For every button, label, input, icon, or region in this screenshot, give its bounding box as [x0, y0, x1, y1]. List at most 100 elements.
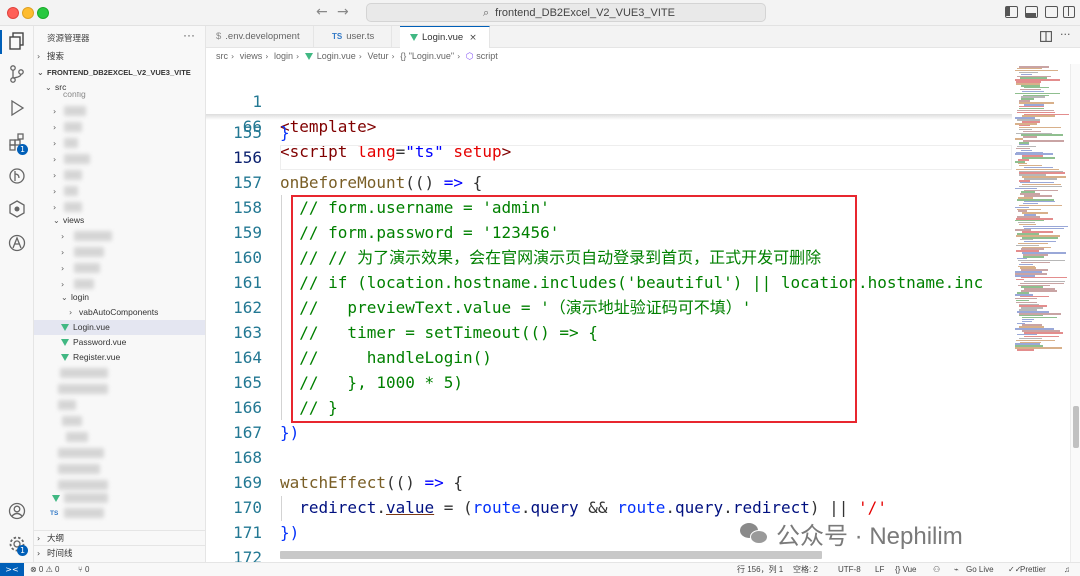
eol-status[interactable]: LF: [875, 563, 884, 576]
notifications-bell-icon[interactable]: ♫: [1064, 563, 1070, 576]
cursor-position[interactable]: 行 156，列 1: [737, 563, 783, 576]
split-editor-icon[interactable]: [1040, 31, 1052, 45]
folder-blurred[interactable]: ›: [34, 152, 205, 167]
code-line[interactable]: 167}): [206, 420, 1012, 445]
close-window-button[interactable]: [7, 7, 19, 19]
minimize-window-button[interactable]: [22, 7, 34, 19]
horizontal-scrollbar[interactable]: [280, 551, 822, 559]
account-icon[interactable]: [7, 501, 27, 521]
breadcrumb-item[interactable]: src: [216, 51, 228, 61]
close-tab-icon[interactable]: ×: [469, 33, 477, 43]
remote-indicator-icon[interactable]: ><: [0, 563, 24, 576]
toggle-secondary-sidebar-icon[interactable]: [1045, 6, 1058, 18]
vertical-scrollbar[interactable]: [1070, 64, 1080, 562]
file-blurred-ts[interactable]: TS: [34, 506, 205, 521]
explorer-icon[interactable]: [7, 31, 27, 51]
problems-status[interactable]: ⊗ 0 ⚠ 0: [30, 563, 59, 576]
folder-blurred[interactable]: ›: [34, 168, 205, 183]
search-section[interactable]: › 搜索: [34, 49, 205, 64]
extensions-badge: 1: [17, 144, 28, 155]
file-password-vue[interactable]: Password.vue: [34, 335, 205, 350]
code-line[interactable]: 155}: [206, 120, 1012, 145]
folder-blurred[interactable]: ›: [34, 120, 205, 135]
prettier-status[interactable]: Prettier: [1020, 563, 1046, 576]
folder-blurred[interactable]: ›: [34, 245, 205, 260]
code-line[interactable]: 158 // form.username = 'admin': [206, 195, 1012, 220]
folder-login[interactable]: ⌄ login: [34, 290, 205, 305]
ports-status[interactable]: ⑂ 0: [78, 563, 89, 576]
breadcrumb-item[interactable]: script: [476, 51, 498, 61]
more-actions-icon[interactable]: ···: [183, 28, 195, 42]
code-editor[interactable]: 1 <template> 66 <script lang="ts" setup>…: [206, 64, 1012, 562]
toggle-panel-icon[interactable]: [1025, 6, 1038, 18]
code-line[interactable]: 159 // form.password = '123456': [206, 220, 1012, 245]
redacted-name: [58, 400, 76, 410]
redacted-name: [64, 138, 78, 148]
outline-section[interactable]: › 大纲: [34, 530, 205, 545]
minimap[interactable]: [1012, 64, 1070, 562]
code-line[interactable]: 165 // }, 1000 * 5): [206, 370, 1012, 395]
line-number: 156: [233, 148, 262, 167]
folder-blurred[interactable]: ›: [34, 104, 205, 119]
timeline-section[interactable]: › 时间线: [34, 545, 205, 560]
gitlens-icon[interactable]: [7, 166, 27, 186]
folder-views[interactable]: ⌄ views: [34, 213, 205, 228]
more-actions-icon[interactable]: ···: [1060, 28, 1071, 41]
code-line[interactable]: 163 // timer = setTimeout(() => {: [206, 320, 1012, 345]
code-line[interactable]: 166 // }: [206, 395, 1012, 420]
indentation-status[interactable]: 空格: 2: [793, 563, 818, 576]
extensions-icon[interactable]: 1: [7, 132, 28, 155]
code-line[interactable]: 157 onBeforeMount(() => {: [206, 170, 1012, 195]
toggle-primary-sidebar-icon[interactable]: [1005, 6, 1018, 18]
code-line[interactable]: 162 // previewText.value = '（演示地址验证码可不填）…: [206, 295, 1012, 320]
folder-blurred[interactable]: ›: [34, 261, 205, 276]
folder-vab-auto-components[interactable]: › vabAutoComponents: [34, 305, 205, 320]
file-register-vue[interactable]: Register.vue: [34, 350, 205, 365]
source-control-icon[interactable]: [7, 64, 27, 84]
file-blurred-vue[interactable]: [34, 491, 205, 506]
line-number: 172: [233, 548, 262, 562]
watermark: 公众号 · Nephilim: [740, 518, 963, 550]
redacted-name: [58, 384, 108, 394]
forward-arrow-icon[interactable]: →: [337, 4, 349, 20]
code-line[interactable]: 161 // if (location.hostname.includes('b…: [206, 270, 1012, 295]
code-line[interactable]: 169 watchEffect(() => {: [206, 470, 1012, 495]
folder-blurred[interactable]: ›: [34, 184, 205, 199]
breadcrumb-item[interactable]: Login.vue: [317, 51, 356, 61]
tab-env-development[interactable]: $ .env.development: [206, 26, 314, 48]
code-line[interactable]: 160 // // 为了演示效果，会在官网演示页自动登录到首页，正式开发可删除: [206, 245, 1012, 270]
back-arrow-icon[interactable]: ←: [316, 4, 328, 20]
go-live-button[interactable]: Go Live: [966, 563, 994, 576]
folder-blurred[interactable]: ›: [34, 136, 205, 151]
scrollbar-thumb[interactable]: [1073, 406, 1079, 448]
language-mode[interactable]: {} Vue: [895, 563, 917, 576]
encoding-status[interactable]: UTF-8: [838, 563, 861, 576]
breadcrumb-item[interactable]: views: [240, 51, 263, 61]
breadcrumb-item[interactable]: Vetur: [367, 51, 388, 61]
activity-bar: 1 1: [0, 26, 34, 562]
remote-explorer-icon[interactable]: ⚇: [933, 563, 940, 576]
remote-explorer-icon[interactable]: [7, 233, 27, 253]
customize-layout-icon[interactable]: [1063, 6, 1075, 18]
code-text: // previewText.value = '（演示地址验证码可不填）': [280, 298, 752, 317]
ts-file-icon: TS: [332, 32, 343, 41]
maximize-window-button[interactable]: [37, 7, 49, 19]
cloud-extension-icon[interactable]: [7, 199, 27, 219]
code-line[interactable]: 168: [206, 445, 1012, 470]
redacted-name: [58, 464, 100, 474]
settings-gear-icon[interactable]: 1: [7, 534, 28, 556]
code-line[interactable]: 164 // handleLogin(): [206, 345, 1012, 370]
file-login-vue[interactable]: Login.vue: [34, 320, 205, 335]
vue-file-icon: [410, 34, 418, 41]
broadcast-icon: ⌁: [954, 565, 959, 574]
project-root[interactable]: ⌄ FRONTEND_DB2EXCEL_V2_VUE3_VITE: [34, 65, 205, 80]
breadcrumb-item[interactable]: login: [274, 51, 293, 61]
tab-login-vue[interactable]: Login.vue ×: [400, 26, 490, 48]
folder-config[interactable]: config: [34, 92, 205, 101]
folder-blurred[interactable]: ›: [34, 229, 205, 244]
command-center-search[interactable]: ⌕ frontend_DB2Excel_V2_VUE3_VITE: [366, 3, 766, 22]
code-line[interactable]: 156: [206, 145, 1012, 170]
run-debug-icon[interactable]: [7, 98, 27, 118]
breadcrumb-item[interactable]: {} "Login.vue": [400, 51, 454, 61]
tab-user-ts[interactable]: TS user.ts: [322, 26, 392, 48]
